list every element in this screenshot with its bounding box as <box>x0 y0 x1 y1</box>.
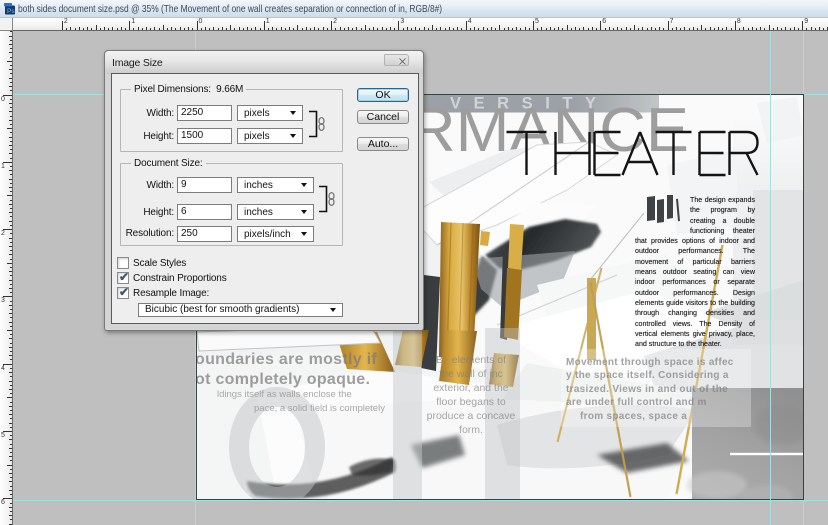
svg-text:Ps: Ps <box>7 8 15 15</box>
